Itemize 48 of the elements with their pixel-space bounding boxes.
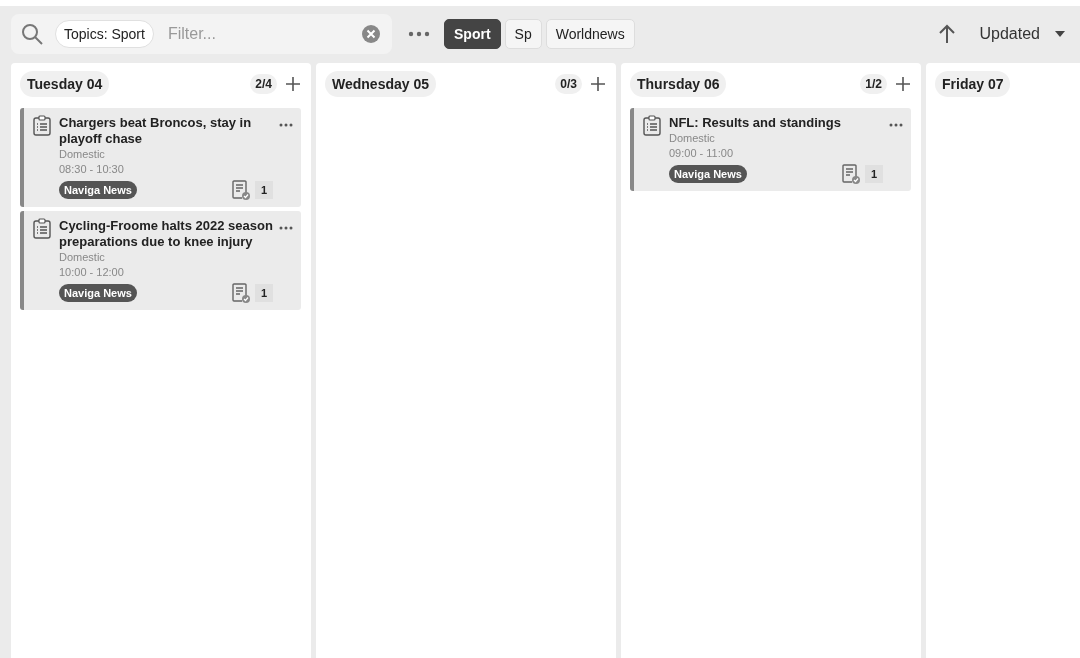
day-label: Friday 07 [935,71,1011,97]
filter-chip[interactable]: Sp [504,19,542,49]
day-label: Wednesday 05 [325,71,436,97]
more-icon[interactable] [408,31,430,37]
search-field[interactable]: Topics: Sport Filter... [11,14,392,54]
card-title: NFL: Results and standings [669,115,842,131]
event-card[interactable]: Cycling-Froome halts 2022 season preparations due to knee injury Domestic 10:00 - 12:00 Naviga News 1 [20,211,301,310]
document-check-icon [230,282,251,304]
event-card[interactable]: NFL: Results and standings Domestic 09:00 - 11:00 Naviga News 1 [630,108,911,191]
card-time: 08:30 - 10:30 [59,162,125,177]
card-section: Domestic [669,131,883,146]
clipboard-icon [31,115,53,137]
more-icon[interactable] [279,123,293,127]
count-badge: 2/4 [250,74,277,94]
filter-chip[interactable]: Sport [444,19,501,49]
event-card[interactable]: Chargers beat Broncos, stay in playoff chase Domestic 08:30 - 10:30 Naviga News 1 [20,108,301,207]
clipboard-icon [641,115,663,137]
more-icon[interactable] [279,226,293,230]
clipboard-icon [31,218,53,240]
count-badge: 1/2 [860,74,887,94]
assignment-count: 1 [254,181,273,199]
clear-icon[interactable] [361,24,381,44]
assignment-count: 1 [254,284,273,302]
source-tag: Naviga News [669,165,747,183]
more-icon[interactable] [889,123,903,127]
card-time: 10:00 - 12:00 [59,265,125,280]
card-title: Chargers beat Broncos, stay in playoff chase [59,115,253,147]
filter-token[interactable]: Topics: Sport [55,20,154,48]
card-title: Cycling-Froome halts 2022 season preparations due to knee injury [59,218,273,250]
arrow-up-icon[interactable] [937,24,956,44]
card-time: 09:00 - 11:00 [669,146,734,161]
day-label: Tuesday 04 [20,71,110,97]
filter-chip[interactable]: Worldnews [545,19,635,49]
card-section: Domestic [59,250,273,265]
assignment-count: 1 [864,165,883,183]
document-check-icon [230,179,251,201]
count-badge: 0/3 [555,74,582,94]
search-icon[interactable] [21,23,43,45]
caret-icon [1054,31,1066,37]
document-check-icon [840,163,861,185]
card-section: Domestic [59,147,273,162]
add-icon[interactable] [590,76,606,92]
day-label: Thursday 06 [630,71,727,97]
add-icon[interactable] [285,76,301,92]
add-icon[interactable] [895,76,911,92]
source-tag: Naviga News [59,284,137,302]
source-tag: Naviga News [59,181,137,199]
sort-dropdown[interactable]: Updated [979,25,1066,43]
